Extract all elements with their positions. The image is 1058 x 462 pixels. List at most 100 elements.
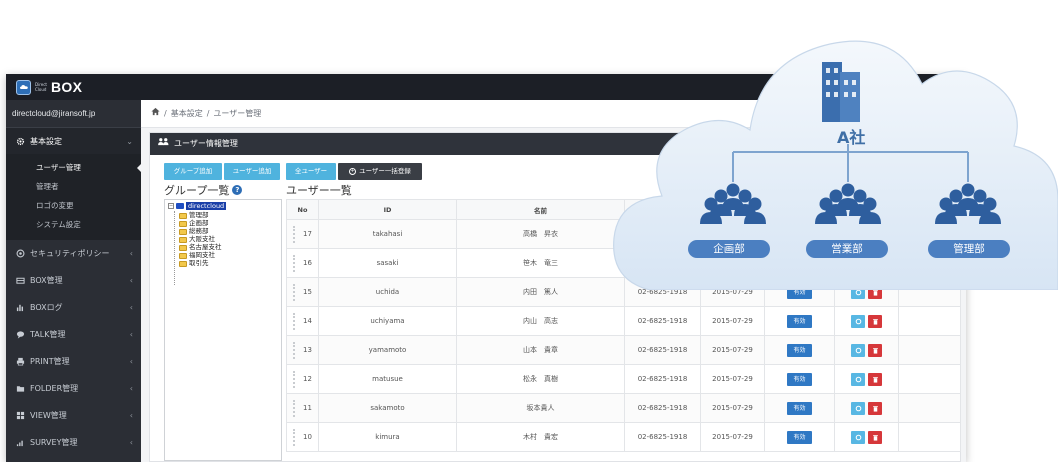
group-list-heading: グループ一覧 [164,184,230,197]
chart-icon [16,303,25,312]
chevron-left-icon: ‹ [129,276,133,285]
account-name[interactable]: directcloud@jiransoft.jp [6,100,141,128]
sidebar-item-basic-settings[interactable]: 基本設定 ⌄ [6,128,141,154]
department-badge: 管理部 [928,240,1010,258]
breadcrumb-basic-settings[interactable]: 基本設定 [171,100,203,128]
cell-no: 14 [286,306,319,336]
column-header-no[interactable]: No [286,199,319,220]
sidebar-item-label: FOLDER管理 [30,384,79,393]
folder-icon [179,244,187,251]
column-header-name[interactable]: 名前 [456,199,625,220]
sidebar-item-view-management[interactable]: VIEW管理 ‹ [6,402,141,429]
cell-extra [898,422,961,452]
collapse-toggle-icon[interactable]: − [168,203,174,209]
submenu: ユーザー管理 管理者 ロゴの変更 システム設定 [6,154,142,240]
tree-node[interactable]: 取引先 [179,260,209,267]
sidebar-item-folder-management[interactable]: FOLDER管理 ‹ [6,375,141,402]
cell-no: 13 [286,335,319,365]
brand-small-2: Cloud [35,87,47,92]
table-row[interactable]: 10 kimura 木村 貴宏 02-6825-1918 2015-07-29 有効 [286,422,961,452]
folder-icon [179,228,187,235]
all-users-button[interactable]: 全ユーザー [286,163,336,180]
tree-node[interactable]: 総務部 [179,228,209,235]
sidebar-item-label: VIEW管理 [30,411,67,420]
submenu-logo-change[interactable]: ロゴの変更 [6,196,141,215]
cell-no: 12 [286,364,319,394]
bulk-register-button[interactable]: + ユーザー一括登録 [338,163,422,180]
group-list-title: グループ一覧 ? [164,182,243,198]
chevron-down-icon: ⌄ [126,137,133,146]
cell-actions [834,393,899,423]
tree-node[interactable]: 大阪支社 [179,236,215,243]
cell-status: 有効 [764,393,835,423]
trash-icon[interactable] [868,372,882,386]
grid-icon [16,411,25,420]
tree-root[interactable]: − directcloud [168,202,227,210]
tree-node-label: 名古屋支社 [189,243,222,251]
edit-icon[interactable] [851,372,865,386]
folder-icon [16,384,25,393]
folder-icon [179,260,187,267]
edit-icon[interactable] [851,401,865,415]
cell-extra [898,393,961,423]
breadcrumb-separator: / [206,108,210,118]
cell-name: 山本 貴章 [456,335,625,365]
sidebar-item-security-policy[interactable]: セキュリティポリシー ‹ [6,240,141,267]
sidebar-item-box-management[interactable]: BOX管理 ‹ [6,267,141,294]
sidebar-item-label: セキュリティポリシー [30,249,110,258]
trash-icon[interactable] [868,430,882,444]
cell-phone: 02-6825-1918 [624,393,701,423]
cloud-logo-icon [16,79,31,95]
table-row[interactable]: 12 matusue 松永 真樹 02-6825-1918 2015-07-29 有効 [286,364,961,394]
edit-icon[interactable] [851,430,865,444]
cell-date: 2015-07-29 [700,393,765,423]
trash-icon[interactable] [868,314,882,328]
status-badge[interactable]: 有効 [787,401,812,415]
cell-phone: 02-6825-1918 [624,335,701,365]
sidebar-item-survey-management[interactable]: SURVEY管理 ‹ [6,429,141,456]
edit-icon[interactable] [851,314,865,328]
table-row[interactable]: 13 yamamoto 山本 貴章 02-6825-1918 2015-07-29 有効 [286,335,961,365]
home-icon[interactable] [151,100,160,128]
add-user-button[interactable]: ユーザー追加 [224,163,280,180]
tree-node[interactable]: 名古屋支社 [179,244,222,251]
sidebar-item-print-management[interactable]: PRINT管理 ‹ [6,348,141,375]
company-label: A社 [837,128,866,147]
tree-node[interactable]: 福岡支社 [179,252,215,259]
sidebar-item-talk-management[interactable]: TALK管理 ‹ [6,321,141,348]
edit-icon[interactable] [851,343,865,357]
tree-node[interactable]: 管理部 [179,212,209,219]
department-badge: 企画部 [688,240,770,258]
cell-phone: 02-6825-1918 [624,364,701,394]
submenu-administrators[interactable]: 管理者 [6,177,141,196]
cell-status: 有効 [764,306,835,336]
status-badge[interactable]: 有効 [787,314,812,328]
status-badge[interactable]: 有効 [787,372,812,386]
table-row[interactable]: 14 uchiyama 内山 高志 02-6825-1918 2015-07-29 有効 [286,306,961,336]
submenu-system-settings[interactable]: システム設定 [6,215,141,234]
sidebar-item-box-log[interactable]: BOXログ ‹ [6,294,141,321]
cell-status: 有効 [764,364,835,394]
submenu-user-management[interactable]: ユーザー管理 [6,158,142,177]
tree-connector [174,211,175,285]
cell-actions [834,364,899,394]
tree-root-label[interactable]: directcloud [186,202,227,210]
table-row[interactable]: 11 sakamoto 坂本貴人 02-6825-1918 2015-07-29 有効 [286,393,961,423]
help-icon[interactable]: ? [232,185,243,195]
trash-icon[interactable] [868,401,882,415]
gear-icon [16,137,25,146]
brand-logo[interactable]: Direct Cloud BOX [16,79,82,95]
tree-node-label: 管理部 [189,211,209,219]
status-badge[interactable]: 有効 [787,430,812,444]
cell-status: 有効 [764,422,835,452]
status-badge[interactable]: 有効 [787,343,812,357]
trash-icon[interactable] [868,343,882,357]
cell-id: kimura [318,422,457,452]
sidebar-item-label: PRINT管理 [30,357,70,366]
add-group-button[interactable]: グループ追加 [164,163,222,180]
root-folder-icon [176,203,184,209]
tree-node[interactable]: 企画部 [179,220,209,227]
cell-name: 高橋 昇衣 [456,219,625,249]
column-header-id[interactable]: ID [318,199,457,220]
cell-name: 笹木 竜三 [456,248,625,278]
